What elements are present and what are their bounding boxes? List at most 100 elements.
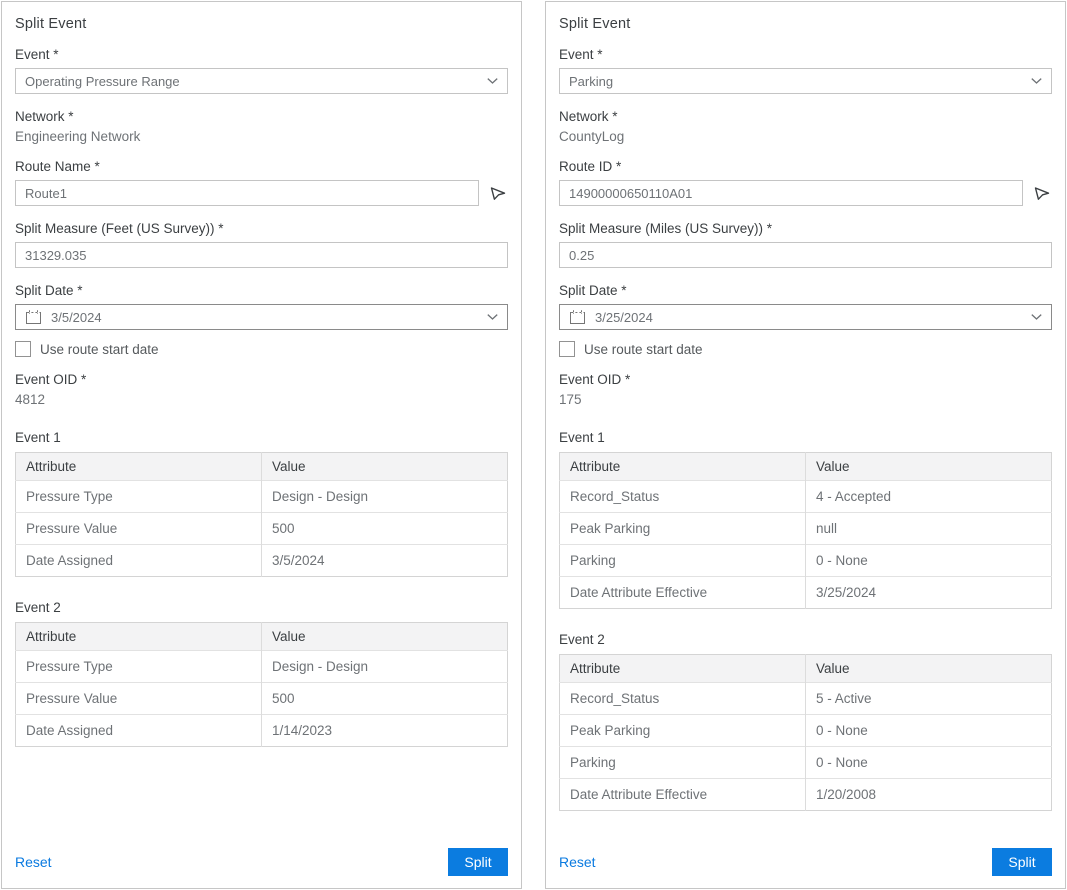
map-pointer-icon	[489, 184, 507, 202]
event-oid-value: 4812	[15, 392, 508, 407]
event1-table: Attribute Value Record_Status 4 - Accept…	[559, 452, 1052, 609]
reset-button[interactable]: Reset	[559, 854, 596, 870]
value-cell: 1/20/2008	[806, 779, 1052, 811]
value-cell: 0 - None	[806, 715, 1052, 747]
event-oid-label: Event OID *	[559, 372, 1052, 387]
value-cell: 500	[262, 513, 508, 545]
event-select-value: Parking	[569, 74, 613, 89]
attribute-cell: Date Attribute Effective	[560, 779, 806, 811]
calendar-icon	[569, 309, 586, 325]
table-row: Date Attribute Effective 3/25/2024	[560, 577, 1052, 609]
event2-table: Attribute Value Record_Status 5 - Active…	[559, 654, 1052, 811]
use-route-start-date-checkbox[interactable]	[559, 341, 575, 357]
attribute-cell: Date Assigned	[16, 545, 262, 577]
chevron-down-icon	[1031, 78, 1042, 84]
value-cell: 500	[262, 683, 508, 715]
route-input[interactable]	[559, 180, 1023, 206]
measure-input[interactable]	[559, 242, 1052, 268]
table-row: Peak Parking null	[560, 513, 1052, 545]
table-row: Pressure Type Design - Design	[16, 651, 508, 683]
table-row: Record_Status 4 - Accepted	[560, 481, 1052, 513]
attribute-cell: Record_Status	[560, 683, 806, 715]
use-route-start-date-checkbox[interactable]	[15, 341, 31, 357]
table-row: Date Attribute Effective 1/20/2008	[560, 779, 1052, 811]
page-title: Split Event	[15, 16, 508, 32]
event-label: Event *	[559, 47, 1052, 62]
table-row: Peak Parking 0 - None	[560, 715, 1052, 747]
chevron-down-icon	[1031, 314, 1042, 320]
column-header-attribute: Attribute	[560, 655, 806, 683]
event-oid-value: 175	[559, 392, 1052, 407]
attribute-cell: Pressure Value	[16, 513, 262, 545]
attribute-cell: Date Assigned	[16, 715, 262, 747]
event2-section-title: Event 2	[559, 632, 1052, 647]
value-cell: Design - Design	[262, 481, 508, 513]
event2-section-title: Event 2	[15, 600, 508, 615]
attribute-cell: Peak Parking	[560, 513, 806, 545]
date-label: Split Date *	[559, 283, 1052, 298]
table-row: Date Assigned 3/5/2024	[16, 545, 508, 577]
chevron-down-icon	[487, 314, 498, 320]
measure-label: Split Measure (Miles (US Survey)) *	[559, 221, 1052, 236]
table-row: Pressure Value 500	[16, 513, 508, 545]
measure-input[interactable]	[15, 242, 508, 268]
reset-button[interactable]: Reset	[15, 854, 52, 870]
value-cell: 0 - None	[806, 747, 1052, 779]
date-picker[interactable]: 3/25/2024	[559, 304, 1052, 330]
attribute-cell: Pressure Value	[16, 683, 262, 715]
column-header-value: Value	[262, 453, 508, 481]
attribute-cell: Peak Parking	[560, 715, 806, 747]
value-cell: null	[806, 513, 1052, 545]
route-input[interactable]	[15, 180, 479, 206]
value-cell: 4 - Accepted	[806, 481, 1052, 513]
route-picker-button[interactable]	[488, 182, 508, 204]
event-label: Event *	[15, 47, 508, 62]
split-button[interactable]: Split	[448, 848, 508, 876]
split-event-panel-left: Split Event Event * Operating Pressure R…	[1, 1, 522, 889]
network-label: Network *	[15, 109, 508, 124]
date-picker[interactable]: 3/5/2024	[15, 304, 508, 330]
event-oid-label: Event OID *	[15, 372, 508, 387]
table-row: Pressure Type Design - Design	[16, 481, 508, 513]
measure-label: Split Measure (Feet (US Survey)) *	[15, 221, 508, 236]
column-header-attribute: Attribute	[16, 623, 262, 651]
value-cell: Design - Design	[262, 651, 508, 683]
date-value: 3/25/2024	[595, 310, 653, 325]
column-header-attribute: Attribute	[560, 453, 806, 481]
route-label: Route Name *	[15, 159, 508, 174]
column-header-value: Value	[262, 623, 508, 651]
column-header-value: Value	[806, 655, 1052, 683]
page-title: Split Event	[559, 16, 1052, 32]
event1-section-title: Event 1	[15, 430, 508, 445]
value-cell: 3/5/2024	[262, 545, 508, 577]
chevron-down-icon	[487, 78, 498, 84]
date-value: 3/5/2024	[51, 310, 102, 325]
table-row: Date Assigned 1/14/2023	[16, 715, 508, 747]
column-header-attribute: Attribute	[16, 453, 262, 481]
route-picker-button[interactable]	[1032, 182, 1052, 204]
split-button[interactable]: Split	[992, 848, 1052, 876]
map-pointer-icon	[1033, 184, 1051, 202]
use-route-start-date-label: Use route start date	[40, 342, 159, 357]
event-select[interactable]: Operating Pressure Range	[15, 68, 508, 94]
column-header-value: Value	[806, 453, 1052, 481]
table-row: Parking 0 - None	[560, 545, 1052, 577]
route-label: Route ID *	[559, 159, 1052, 174]
attribute-cell: Pressure Type	[16, 481, 262, 513]
event-select-value: Operating Pressure Range	[25, 74, 180, 89]
attribute-cell: Date Attribute Effective	[560, 577, 806, 609]
use-route-start-date-label: Use route start date	[584, 342, 703, 357]
split-event-panel-right: Split Event Event * Parking Network * Co…	[545, 1, 1066, 889]
attribute-cell: Record_Status	[560, 481, 806, 513]
attribute-cell: Parking	[560, 545, 806, 577]
network-label: Network *	[559, 109, 1052, 124]
network-value: CountyLog	[559, 129, 1052, 144]
event-select[interactable]: Parking	[559, 68, 1052, 94]
attribute-cell: Pressure Type	[16, 651, 262, 683]
table-row: Record_Status 5 - Active	[560, 683, 1052, 715]
value-cell: 1/14/2023	[262, 715, 508, 747]
attribute-cell: Parking	[560, 747, 806, 779]
calendar-icon	[25, 309, 42, 325]
event2-table: Attribute Value Pressure Type Design - D…	[15, 622, 508, 747]
date-label: Split Date *	[15, 283, 508, 298]
